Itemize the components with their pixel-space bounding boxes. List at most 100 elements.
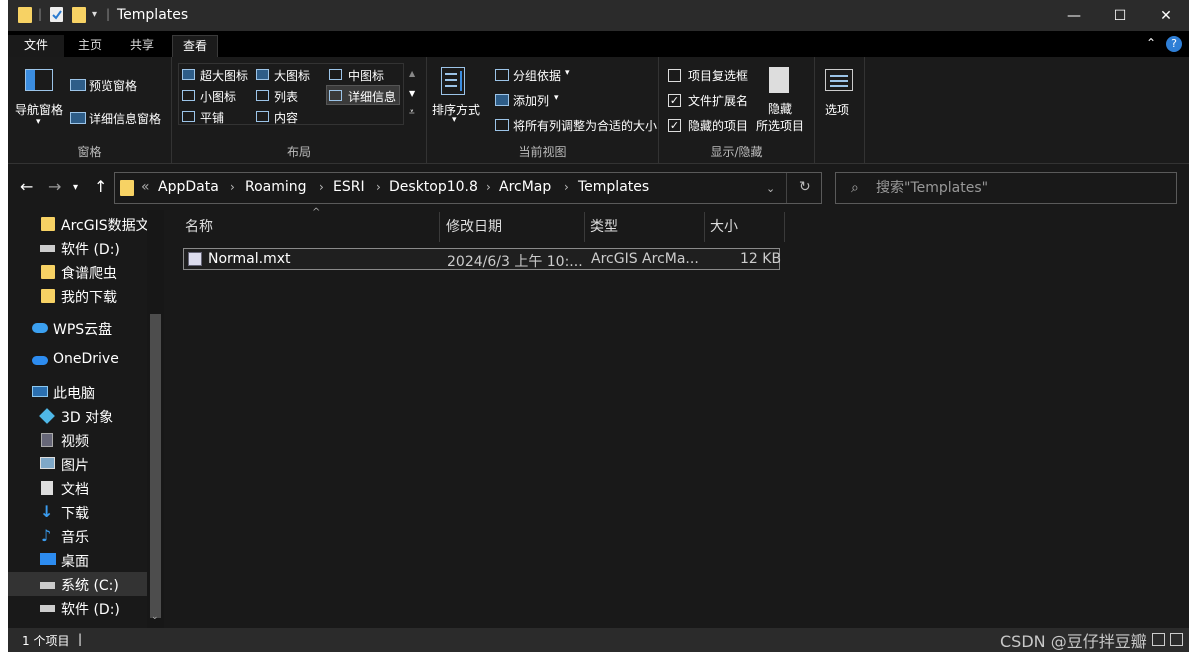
video-icon [41,433,53,447]
nav-item[interactable]: 图片 [8,452,148,476]
chevron-right-icon[interactable]: › [564,180,569,194]
chevron-right-icon[interactable]: › [376,180,381,194]
nav-item-this-pc[interactable]: 此电脑 [8,380,148,404]
chevron-right-icon[interactable]: › [486,180,491,194]
nav-item-wps-cloud[interactable]: WPS云盘 [8,316,148,340]
tab-home[interactable]: 主页 [68,35,112,57]
chevron-down-icon[interactable]: ▾ [565,68,570,78]
nav-item[interactable]: 文档 [8,476,148,500]
nav-item[interactable]: ↓ 下载 [8,500,148,524]
search-icon: ⌕ [851,180,859,196]
refresh-icon[interactable]: ↻ [799,179,811,195]
nav-item[interactable]: ArcGIS数据文 [8,212,150,236]
nav-item[interactable]: 我的下载 [8,284,148,308]
chevron-right-icon[interactable]: › [319,180,324,194]
nav-item[interactable]: ♪ 音乐 [8,524,148,548]
nav-item[interactable]: 食谱爬虫 [8,260,148,284]
chevron-right-icon[interactable]: › [230,180,235,194]
close-button[interactable]: ✕ [1143,0,1189,31]
column-header-name[interactable]: 名称 [181,212,440,242]
address-bar[interactable]: « AppData › Roaming › ESRI › Desktop10.8… [114,172,822,204]
chevron-down-icon[interactable]: ▾ [452,115,457,125]
layout-list[interactable]: 列表 [274,88,298,105]
forward-arrow-icon[interactable]: → [48,177,61,196]
watermark: CSDN @豆仔拌豆瓣 [1000,632,1147,651]
scroll-up-icon[interactable]: ▲ [409,69,415,78]
expand-gallery-icon[interactable]: ⩡ [409,107,415,118]
search-input[interactable]: 搜索"Templates" [835,172,1177,204]
scroll-down-icon[interactable]: ⌄ [151,612,159,622]
navigation-pane-icon[interactable] [25,69,53,91]
column-header-size[interactable]: 大小 [706,212,785,242]
size-all-columns-button[interactable]: 将所有列调整为合适的大小 [513,117,657,134]
recent-locations-icon[interactable]: ▾ [73,182,78,193]
column-header-type[interactable]: 类型 [586,212,705,242]
folder-icon [41,217,55,231]
nav-item-selected[interactable]: 系统 (C:) [8,572,148,596]
layout-extra-large[interactable]: 超大图标 [200,67,248,84]
crumb[interactable]: Desktop10.8 [389,179,478,195]
scroll-down-icon[interactable]: ▼ [409,89,415,98]
file-extensions-checkbox[interactable]: ✓ [668,94,681,107]
hide-selected-label-1[interactable]: 隐藏 [768,100,792,117]
list-icon [256,90,269,101]
options-button[interactable]: 选项 [825,101,849,118]
tab-file[interactable]: 文件 [8,35,64,57]
layout-tiles[interactable]: 平铺 [200,109,224,126]
back-arrow-icon[interactable]: ← [20,177,33,196]
hide-selected-label-2[interactable]: 所选项目 [756,117,804,134]
crumb[interactable]: AppData [158,179,219,195]
medium-icons-icon [329,69,342,80]
crumb[interactable]: ArcMap [499,179,551,195]
nav-item-onedrive[interactable]: OneDrive [8,348,148,372]
column-header-date[interactable]: 修改日期 [442,212,585,242]
folder-icon [18,7,32,23]
details-view-icon[interactable] [1152,633,1165,646]
chevron-down-icon[interactable]: ▾ [554,93,559,103]
chevron-down-icon[interactable]: ▾ [92,9,106,25]
nav-item[interactable]: 软件 (D:) [8,236,148,260]
table-row[interactable]: Normal.mxt 2024/6/3 上午 10:... ArcGIS Arc… [183,248,781,270]
desktop-icon [40,553,56,565]
group-by-button[interactable]: 分组依据 [513,67,561,84]
nav-item[interactable]: 软件 (D:) [8,596,148,620]
crumb[interactable]: ESRI [333,179,365,195]
item-checkboxes-checkbox[interactable] [668,69,681,82]
layout-large[interactable]: 大图标 [274,67,310,84]
layout-content[interactable]: 内容 [274,109,298,126]
minimize-button[interactable]: — [1051,0,1097,31]
nav-item[interactable]: 3D 对象 [8,404,148,428]
layout-details[interactable]: 详细信息 [348,88,396,105]
preview-pane-button[interactable]: 预览窗格 [89,77,137,94]
documents-icon [41,481,53,495]
up-arrow-icon[interactable]: ↑ [94,177,107,196]
tab-share[interactable]: 共享 [120,35,164,57]
chevron-down-icon[interactable]: ⌄ [766,182,775,195]
new-folder-icon[interactable] [72,7,86,23]
properties-icon[interactable] [50,7,63,22]
maximize-button[interactable]: ☐ [1097,0,1143,31]
scrollbar-thumb[interactable] [150,314,161,618]
add-columns-button[interactable]: 添加列 [513,92,549,109]
file-name: Normal.mxt [208,251,291,267]
overflow-crumbs[interactable]: « [141,179,150,195]
nav-scrollbar[interactable]: ⌄ [147,210,164,628]
nav-item[interactable]: 桌面 [8,548,148,572]
large-icons-view-icon[interactable] [1170,633,1183,646]
help-icon[interactable]: ? [1166,36,1182,52]
tab-view[interactable]: 查看 [172,35,219,57]
chevron-down-icon[interactable]: ▾ [36,117,41,127]
layout-small[interactable]: 小图标 [200,88,236,105]
crumb-current[interactable]: Templates [578,179,649,195]
hidden-items-checkbox[interactable]: ✓ [668,119,681,132]
page-edge [0,652,1197,659]
crumb[interactable]: Roaming [245,179,307,195]
onedrive-icon [32,356,48,365]
nav-item[interactable]: 视频 [8,428,148,452]
layout-medium[interactable]: 中图标 [348,67,384,84]
file-list: ^ 名称 修改日期 类型 大小 Normal.mxt 2024/6/3 上午 1… [165,207,1189,628]
collapse-ribbon-icon[interactable]: ⌃ [1146,36,1156,50]
address-row: ← → ▾ ↑ « AppData › Roaming › ESRI › Des… [8,165,1189,210]
details-pane-button[interactable]: 详细信息窗格 [89,110,161,127]
navigation-pane-button[interactable]: 导航窗格 [15,101,63,118]
